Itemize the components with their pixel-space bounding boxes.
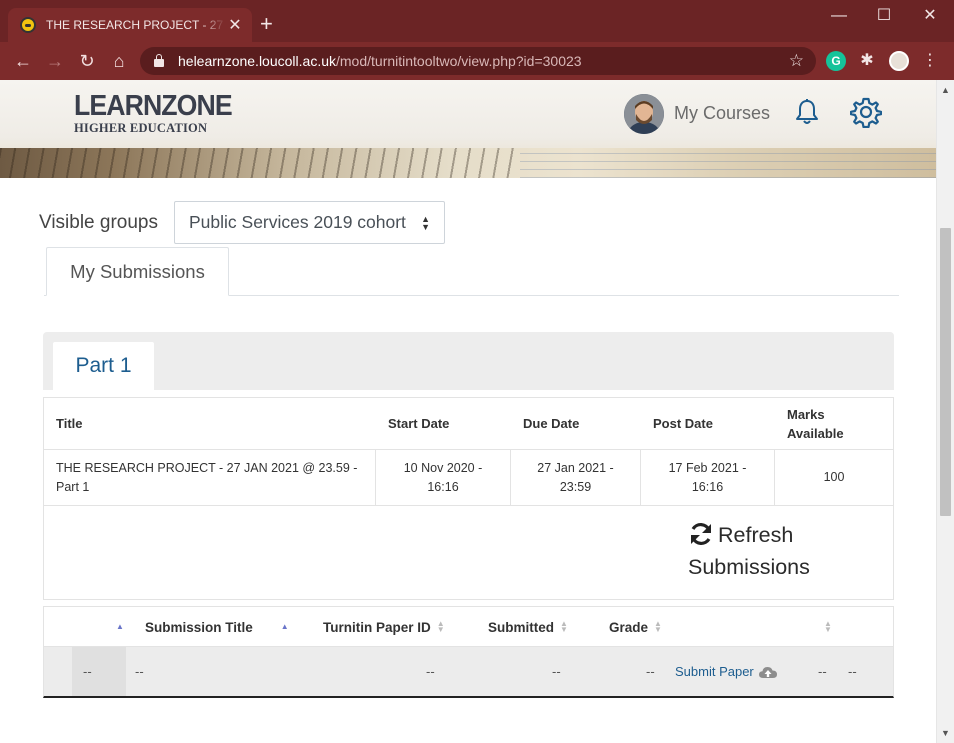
browser-chrome: THE RESEARCH PROJECT - 27 JAN 2021 @ 23.… bbox=[0, 0, 954, 80]
sort-both-icon: ▲ ▼ bbox=[436, 619, 445, 634]
cloud-upload-icon bbox=[758, 666, 777, 678]
new-tab-button[interactable]: + bbox=[260, 13, 273, 35]
reload-button[interactable]: ↻ bbox=[74, 48, 100, 74]
bell-icon[interactable] bbox=[794, 98, 820, 126]
lock-icon bbox=[154, 54, 164, 67]
sort-asc-icon: ▲ bbox=[280, 622, 289, 631]
banner-notebook-image bbox=[520, 148, 936, 178]
banner-keyboard-image bbox=[0, 148, 520, 178]
assignment-table-header: Title Start Date Due Date Post Date Mark… bbox=[44, 398, 893, 450]
logo-sub-text: HIGHER EDUCATION bbox=[74, 121, 208, 135]
select-caret-icon: ▲ ▼ bbox=[421, 214, 430, 232]
address-bar[interactable]: helearnzone.loucoll.ac.uk/mod/turnitinto… bbox=[140, 47, 816, 75]
tab-title: THE RESEARCH PROJECT - 27 JAN 2021 @ 23.… bbox=[46, 18, 226, 32]
header-submission-title[interactable]: Submission Title ▲ bbox=[145, 607, 289, 647]
refresh-icon bbox=[691, 523, 711, 545]
cell-a: -- bbox=[83, 664, 92, 679]
header-turnitin-paper-id[interactable]: Turnitin Paper ID ▲ ▼ bbox=[323, 607, 445, 647]
site-header: LEARNZONE HIGHER EDUCATION My Courses bbox=[0, 80, 936, 178]
submit-paper-link[interactable]: Submit Paper bbox=[675, 647, 778, 696]
minimize-button[interactable]: — bbox=[816, 4, 862, 28]
table-row: -- -- -- -- -- Submit Paper -- -- bbox=[44, 647, 893, 696]
cell-x: -- bbox=[818, 664, 827, 679]
row-shaded-cell bbox=[72, 647, 126, 696]
visible-groups-select[interactable]: Public Services 2019 cohort ▲ ▼ bbox=[174, 201, 445, 244]
sort-both-icon: ▲ ▼ bbox=[654, 619, 662, 634]
sort-column-extra[interactable]: ▲ ▼ bbox=[818, 607, 832, 647]
header-post-date: Post Date bbox=[653, 416, 713, 431]
sort-column-a[interactable]: ▲ bbox=[110, 607, 124, 647]
home-button[interactable]: ⌂ bbox=[106, 48, 132, 74]
tab-part-1[interactable]: Part 1 bbox=[53, 342, 154, 390]
back-button[interactable]: ← bbox=[10, 48, 36, 74]
cell-y: -- bbox=[848, 664, 857, 679]
tab-my-submissions[interactable]: My Submissions bbox=[46, 247, 229, 296]
refresh-submissions-button[interactable]: Refresh Submissions bbox=[688, 519, 848, 583]
scroll-down-arrow[interactable]: ▼ bbox=[937, 725, 954, 741]
url-text: helearnzone.loucoll.ac.uk/mod/turnitinto… bbox=[178, 53, 582, 69]
part-tabs-panel bbox=[43, 332, 894, 390]
marks-available-cell: 100 bbox=[823, 470, 845, 484]
due-date-cell: 27 Jan 2021 - 23:59 bbox=[511, 450, 641, 505]
gear-icon[interactable] bbox=[849, 96, 883, 129]
my-courses-link[interactable]: My Courses bbox=[674, 103, 770, 124]
header-due-date: Due Date bbox=[523, 416, 580, 431]
browser-toolbar: ← → ↻ ⌂ helearnzone.loucoll.ac.uk/mod/tu… bbox=[0, 42, 954, 80]
tab-strip: THE RESEARCH PROJECT - 27 JAN 2021 @ 23.… bbox=[0, 0, 954, 42]
page-viewport: LEARNZONE HIGHER EDUCATION My Courses Vi… bbox=[0, 80, 936, 743]
cell-grade: -- bbox=[646, 664, 655, 679]
profile-avatar-icon[interactable] bbox=[889, 51, 909, 71]
grammarly-extension-icon[interactable]: G bbox=[826, 51, 846, 71]
cell-paper-id: -- bbox=[426, 664, 435, 679]
table-row: THE RESEARCH PROJECT - 27 JAN 2021 @ 23.… bbox=[44, 450, 893, 505]
assignment-title-cell: THE RESEARCH PROJECT - 27 JAN 2021 @ 23.… bbox=[44, 450, 376, 505]
start-date-cell: 10 Nov 2020 - 16:16 bbox=[376, 450, 511, 505]
user-avatar[interactable] bbox=[624, 94, 664, 134]
refresh-container: Refresh Submissions bbox=[43, 504, 894, 600]
tab-close-icon[interactable]: ✕ bbox=[226, 15, 244, 35]
post-date-cell: 17 Feb 2021 - 16:16 bbox=[641, 450, 775, 505]
page-scrollbar[interactable]: ▲ ▼ bbox=[936, 80, 954, 743]
header-marks-available: Marks Available bbox=[787, 406, 844, 441]
sort-both-icon: ▲ ▼ bbox=[560, 619, 568, 634]
logo-main-text: LEARNZONE bbox=[74, 90, 233, 122]
favicon-icon bbox=[20, 17, 36, 33]
close-window-button[interactable]: ✕ bbox=[907, 4, 953, 28]
learnzone-logo[interactable]: LEARNZONE HIGHER EDUCATION bbox=[74, 90, 245, 136]
browser-menu-icon[interactable]: ⋮ bbox=[922, 51, 938, 71]
cell-submission-title: -- bbox=[135, 664, 144, 679]
browser-tab[interactable]: THE RESEARCH PROJECT - 27 JAN 2021 @ 23.… bbox=[8, 8, 252, 42]
sort-asc-icon: ▲ bbox=[116, 622, 124, 631]
header-start-date: Start Date bbox=[388, 416, 450, 431]
bookmark-star-icon[interactable]: ☆ bbox=[789, 51, 804, 71]
forward-button[interactable]: → bbox=[42, 48, 68, 74]
visible-groups-label: Visible groups bbox=[39, 212, 159, 233]
scrollbar-thumb[interactable] bbox=[940, 228, 951, 516]
cell-submitted: -- bbox=[552, 664, 561, 679]
extensions-puzzle-icon[interactable]: ✱ bbox=[857, 51, 877, 71]
submissions-table: ▲ Submission Title ▲ Turnitin Paper ID ▲… bbox=[43, 606, 894, 698]
assignment-info-table: Title Start Date Due Date Post Date Mark… bbox=[43, 397, 894, 506]
submissions-table-header: ▲ Submission Title ▲ Turnitin Paper ID ▲… bbox=[44, 607, 893, 647]
group-select-value: Public Services 2019 cohort bbox=[189, 212, 406, 232]
header-title: Title bbox=[56, 416, 83, 431]
header-grade[interactable]: Grade ▲ ▼ bbox=[609, 607, 662, 647]
header-submitted[interactable]: Submitted ▲ ▼ bbox=[488, 607, 568, 647]
sort-both-icon: ▲ ▼ bbox=[824, 619, 832, 634]
scroll-up-arrow[interactable]: ▲ bbox=[937, 82, 954, 98]
maximize-button[interactable]: ☐ bbox=[861, 4, 907, 28]
